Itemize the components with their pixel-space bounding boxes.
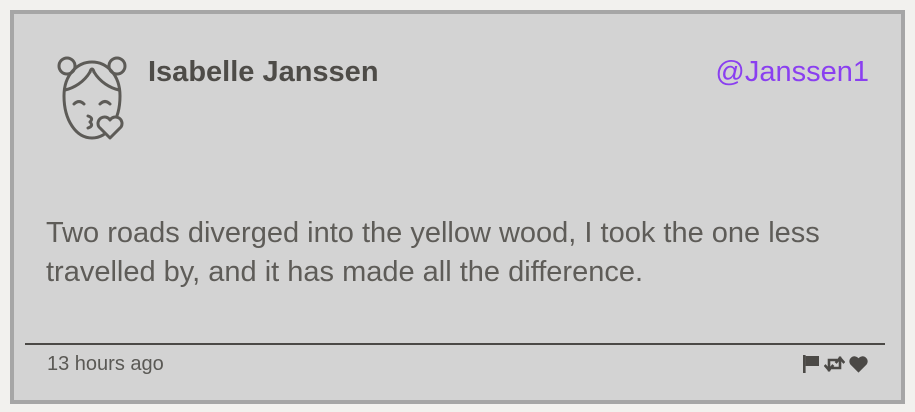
retweet-icon	[824, 355, 845, 372]
girl-kiss-face-icon	[57, 56, 127, 140]
post-card: Isabelle Janssen @Janssen1 Two roads div…	[10, 10, 905, 404]
post-actions	[800, 353, 869, 374]
like-button[interactable]	[848, 353, 869, 374]
flag-icon	[802, 354, 819, 373]
divider	[25, 343, 885, 345]
flag-button[interactable]	[800, 353, 821, 374]
author-handle-link[interactable]: @Janssen1	[715, 54, 869, 90]
author-name: Isabelle Janssen	[148, 56, 379, 88]
post-content: Two roads diverged into the yellow wood,…	[46, 217, 820, 288]
avatar	[52, 52, 132, 144]
retweet-button[interactable]	[824, 353, 845, 374]
heart-icon	[849, 355, 868, 373]
post-timestamp: 13 hours ago	[47, 353, 164, 375]
